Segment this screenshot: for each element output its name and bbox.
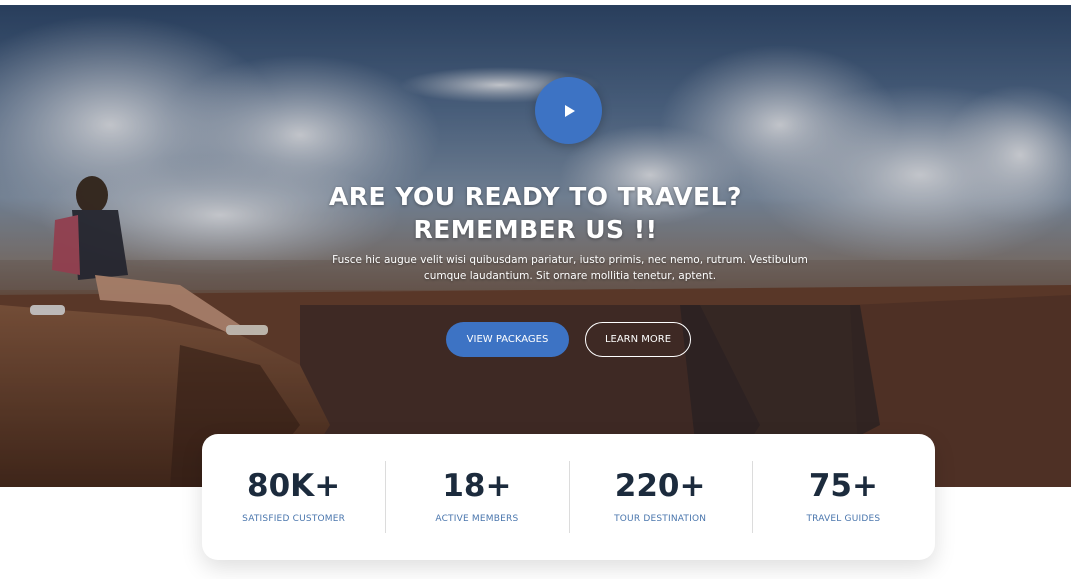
hero-banner (0, 5, 1071, 487)
stat-satisfied-customer: 80K+ SATISFIED CUSTOMER (202, 461, 385, 533)
stat-label: TRAVEL GUIDES (806, 514, 881, 524)
stat-value: 75+ (808, 468, 878, 504)
headline-line-1: ARE YOU READY TO TRAVEL? (328, 182, 743, 211)
stat-tour-destination: 220+ TOUR DESTINATION (568, 461, 752, 533)
stats-card: 80K+ SATISFIED CUSTOMER 18+ ACTIVE MEMBE… (202, 434, 935, 560)
stat-value: 220+ (614, 468, 706, 504)
stat-label: ACTIVE MEMBERS (435, 514, 519, 524)
play-icon (565, 104, 575, 117)
learn-more-button[interactable]: LEARN MORE (585, 322, 691, 357)
headline-line-2: REMEMBER US !! (413, 215, 658, 244)
hero-overlay (0, 5, 1071, 487)
hero-subtext: Fusce hic augue velit wisi quibusdam par… (332, 254, 808, 282)
stat-value: 18+ (442, 468, 512, 504)
stat-label: SATISFIED CUSTOMER (242, 514, 346, 524)
stat-active-members: 18+ ACTIVE MEMBERS (385, 461, 568, 533)
stat-travel-guides: 75+ TRAVEL GUIDES (751, 461, 935, 533)
stat-label: TOUR DESTINATION (614, 514, 707, 524)
play-video-button[interactable] (535, 77, 602, 144)
hero-headline: ARE YOU READY TO TRAVEL? REMEMBER US !! (0, 180, 1071, 246)
view-packages-button[interactable]: VIEW PACKAGES (446, 322, 569, 357)
stat-value: 80K+ (247, 468, 341, 504)
